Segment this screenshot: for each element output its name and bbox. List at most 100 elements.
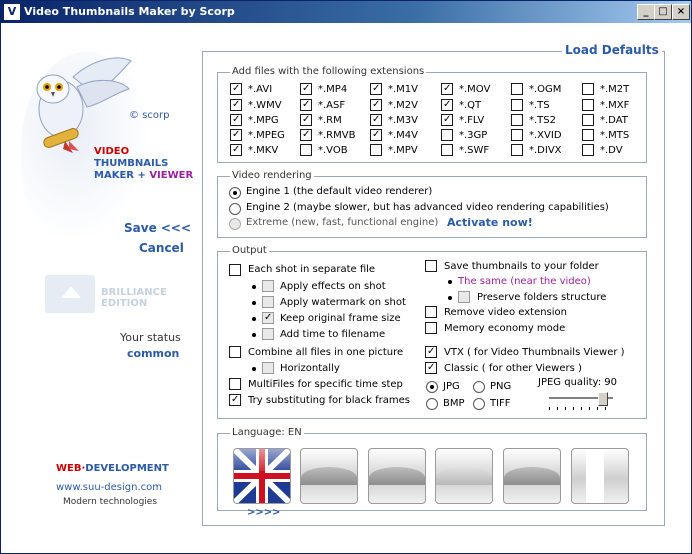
ext-checkbox[interactable]: [582, 114, 594, 126]
ext-checkbox[interactable]: [511, 144, 523, 156]
classic-label: Classic ( for other Viewers ): [444, 363, 582, 374]
jpg-label: JPG: [443, 381, 460, 392]
ext-checkbox[interactable]: [230, 114, 242, 126]
ext-checkbox[interactable]: [230, 99, 242, 111]
ext-checkbox[interactable]: [370, 83, 382, 95]
language-slot-6[interactable]: [571, 448, 629, 504]
ext-checkbox[interactable]: [582, 144, 594, 156]
ext-checkbox[interactable]: [441, 114, 453, 126]
bmp-radio[interactable]: [426, 398, 438, 410]
combine-checkbox[interactable]: [229, 346, 241, 358]
ext-checkbox[interactable]: [441, 99, 453, 111]
more-languages-arrows[interactable]: >>>>: [247, 507, 281, 518]
apply-watermark-checkbox: [262, 296, 274, 308]
ext-checkbox[interactable]: [300, 144, 312, 156]
language-slot-3[interactable]: [368, 448, 426, 504]
ext-checkbox[interactable]: [441, 83, 453, 95]
ext-label: *.3GP: [459, 130, 488, 141]
ext-checkbox[interactable]: [582, 83, 594, 95]
ext-checkbox[interactable]: [230, 144, 242, 156]
remove-extension-checkbox[interactable]: [425, 306, 437, 318]
ext-label: *.MPV: [388, 145, 418, 156]
ext-checkbox[interactable]: [582, 129, 594, 141]
language-slot-2[interactable]: [300, 448, 358, 504]
save-folder-checkbox[interactable]: [425, 260, 437, 272]
apply-watermark-label: Apply watermark on shot: [280, 297, 406, 308]
bullet-dot: [252, 367, 256, 371]
png-radio[interactable]: [473, 381, 485, 393]
engine2-radio[interactable]: [229, 203, 241, 215]
ext-label: *.M1V: [388, 84, 419, 95]
ext-checkbox[interactable]: [370, 114, 382, 126]
app-icon: V: [4, 4, 20, 20]
try-substituting-checkbox[interactable]: [229, 394, 241, 406]
extreme-label: Extreme (new, fast, functional engine): [246, 217, 439, 228]
language-english-flag[interactable]: [233, 448, 291, 504]
ext-label: *.DIVX: [529, 145, 562, 156]
ext-checkbox[interactable]: [300, 129, 312, 141]
save-folder-label: Save thumbnails to your folder: [444, 261, 599, 272]
ext-checkbox[interactable]: [511, 114, 523, 126]
ext-checkbox[interactable]: [370, 99, 382, 111]
language-group-title: Language: EN: [230, 427, 304, 438]
ext-label: *.RM: [318, 115, 342, 126]
ext-label: *.MP4: [318, 84, 348, 95]
jpg-radio[interactable]: [426, 381, 438, 393]
status-label: Your status: [120, 331, 181, 344]
maximize-button[interactable]: □: [654, 4, 672, 20]
activate-now-link[interactable]: Activate now!: [447, 216, 533, 229]
vtx-label: VTX ( for Video Thumbnails Viewer ): [444, 347, 625, 358]
multifiles-label: MultiFiles for specific time step: [248, 379, 403, 390]
vtx-checkbox[interactable]: [425, 346, 437, 358]
same-near-video-option[interactable]: The same (near the video): [458, 276, 591, 288]
ext-checkbox[interactable]: [300, 99, 312, 111]
ext-checkbox[interactable]: [582, 99, 594, 111]
ext-label: *.MXF: [600, 100, 630, 111]
preserve-folders-checkbox: [458, 291, 470, 303]
title-bar[interactable]: V Video Thumbnails Maker by Scorp _ □ ×: [1, 1, 691, 23]
bmp-label: BMP: [443, 398, 465, 409]
ext-checkbox[interactable]: [300, 114, 312, 126]
app-name: VIDEO THUMBNAILS MAKER + VIEWER: [94, 146, 193, 182]
window-title: Video Thumbnails Maker by Scorp: [24, 5, 235, 18]
minimize-button[interactable]: _: [637, 4, 655, 20]
jpeg-quality-slider-ticks: [549, 407, 613, 410]
main-window: V Video Thumbnails Maker by Scorp _ □ × …: [0, 0, 692, 554]
tiff-radio[interactable]: [473, 398, 485, 410]
ext-checkbox[interactable]: [441, 129, 453, 141]
engine1-label: Engine 1 (the default video renderer): [246, 186, 433, 197]
remove-extension-label: Remove video extension: [444, 307, 568, 318]
close-button[interactable]: ×: [672, 4, 690, 20]
ext-checkbox[interactable]: [230, 129, 242, 141]
brilliance-edition-icon[interactable]: [45, 275, 95, 313]
classic-checkbox[interactable]: [425, 362, 437, 374]
cancel-button[interactable]: Cancel: [139, 241, 184, 255]
ext-label: *.ASF: [318, 100, 346, 111]
ext-label: *.SWF: [459, 145, 490, 156]
ext-label: *.TS2: [529, 115, 556, 126]
ext-checkbox[interactable]: [370, 129, 382, 141]
bullet-dot: [448, 280, 452, 284]
website-link[interactable]: www.suu-design.com: [56, 482, 162, 493]
rendering-group-title: Video rendering: [230, 170, 314, 181]
language-slot-5[interactable]: [503, 448, 561, 504]
ext-checkbox[interactable]: [300, 83, 312, 95]
ext-checkbox[interactable]: [441, 144, 453, 156]
ext-checkbox[interactable]: [511, 129, 523, 141]
ext-checkbox[interactable]: [511, 83, 523, 95]
load-defaults-button[interactable]: Load Defaults: [562, 43, 662, 57]
language-slot-4[interactable]: [435, 448, 493, 504]
multifiles-checkbox[interactable]: [229, 378, 241, 390]
save-button[interactable]: Save <<<: [124, 221, 191, 235]
web-tagline: Modern technologies: [63, 497, 158, 507]
ext-checkbox[interactable]: [230, 83, 242, 95]
memory-economy-checkbox[interactable]: [425, 322, 437, 334]
ext-label: *.M4V: [388, 130, 419, 141]
web-development-logo[interactable]: WEB·DEVELOPMENT: [56, 463, 169, 474]
jpeg-quality-slider-thumb[interactable]: [597, 392, 608, 406]
keep-frame-checkbox: [262, 312, 274, 324]
each-shot-checkbox[interactable]: [229, 264, 241, 276]
engine1-radio[interactable]: [229, 187, 241, 199]
ext-checkbox[interactable]: [370, 144, 382, 156]
ext-checkbox[interactable]: [511, 99, 523, 111]
